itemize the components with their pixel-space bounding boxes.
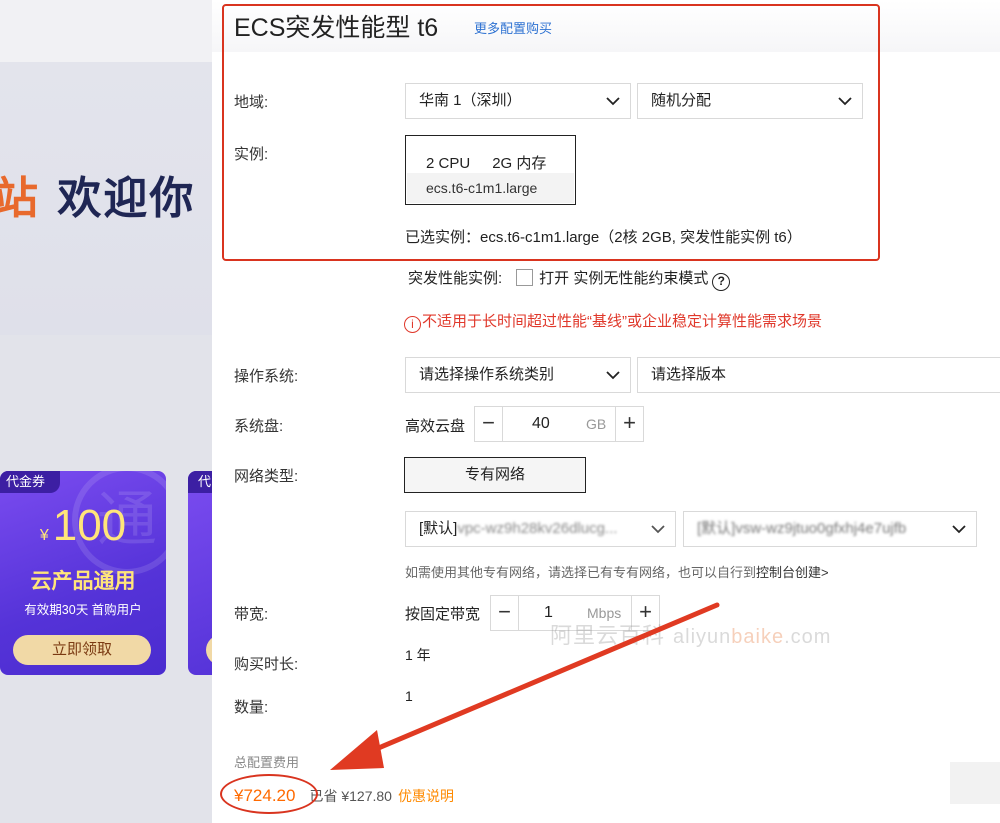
network-type-button[interactable]: 专有网络 bbox=[404, 457, 586, 493]
bg-top-band bbox=[0, 0, 212, 62]
burst-warning: i 不适用于长时间超过性能“基线”或企业稳定计算性能需求场景 bbox=[404, 310, 822, 333]
price-highlight-oval bbox=[220, 774, 318, 814]
burst-mode-checkbox[interactable] bbox=[516, 269, 534, 286]
welcome-orange-text: 站 bbox=[0, 173, 40, 224]
bandwidth-label: 带宽: bbox=[234, 606, 269, 623]
coupon-title: 云产品通用 bbox=[30, 570, 136, 593]
chevron-down-icon bbox=[606, 371, 620, 380]
os-label: 操作系统: bbox=[234, 368, 299, 385]
disk-plus-button[interactable]: + bbox=[615, 407, 643, 441]
welcome-heading: 站 欢迎你 bbox=[0, 162, 195, 226]
coupon2-tag: 代 bbox=[188, 471, 212, 493]
disk-minus-button[interactable]: − bbox=[475, 407, 503, 441]
burst-option-label: 打开 实例无性能约束模式 bbox=[539, 270, 709, 287]
vswitch-select[interactable]: [默认]vsw-wz9jtuo0gfxhj4e7ujfb bbox=[683, 511, 977, 547]
chevron-down-icon bbox=[651, 525, 665, 534]
highlight-box bbox=[222, 4, 880, 261]
os-version-placeholder: 请选择版本 bbox=[651, 366, 727, 383]
watermark-en-c: .com bbox=[784, 626, 832, 648]
coupon-tag: 代金券 bbox=[0, 471, 60, 493]
os-version-select[interactable]: 请选择版本 bbox=[637, 357, 1000, 393]
chevron-down-icon bbox=[952, 525, 966, 534]
config-panel: ECS突发性能型 t6 更多配置购买 地域: 华南 1（深圳） 随机分配 实例:… bbox=[212, 0, 1000, 823]
vpc-select[interactable]: [默认]vpc-wz9h28kv26dlucg... bbox=[405, 511, 676, 547]
disk-type: 高效云盘 bbox=[405, 418, 466, 435]
disk-size-stepper[interactable]: − 40 GB + bbox=[474, 406, 644, 442]
watermark: 阿里云百科 aliyunbaike.com bbox=[550, 618, 831, 650]
duration-label: 购买时长: bbox=[234, 656, 299, 673]
disk-size-unit: GB bbox=[586, 416, 607, 432]
buy-button-edge[interactable] bbox=[950, 762, 1000, 804]
watermark-en: aliyunbaike.com bbox=[673, 626, 831, 648]
console-create-link[interactable]: 控制台创建> bbox=[756, 565, 829, 580]
coupon-card: 通 代金券 ¥100 云产品通用 有效期30天 首购用户 立即领取 bbox=[0, 471, 166, 675]
coupon-card-2: 代 bbox=[188, 471, 212, 675]
watermark-en-b: baike bbox=[731, 626, 785, 648]
burst-label: 突发性能实例: bbox=[408, 270, 503, 287]
help-icon[interactable]: ? bbox=[712, 273, 731, 291]
disk-label: 系统盘: bbox=[234, 418, 284, 435]
coupon-amount: ¥100 bbox=[0, 501, 166, 551]
coupon-subtitle: 有效期30天 首购用户 bbox=[24, 603, 142, 617]
watermark-cn: 阿里云百科 bbox=[550, 623, 666, 648]
quantity-label: 数量: bbox=[234, 699, 269, 716]
bandwidth-mode: 按固定带宽 bbox=[405, 606, 481, 623]
saved-amount: 已省 ¥127.80 bbox=[309, 788, 392, 804]
info-circle-icon: i bbox=[404, 316, 421, 333]
network-label: 网络类型: bbox=[234, 468, 299, 485]
quantity-value[interactable]: 1 bbox=[405, 688, 413, 704]
os-type-select[interactable]: 请选择操作系统类别 bbox=[405, 357, 631, 393]
total-cost-label: 总配置费用 bbox=[234, 755, 300, 770]
coupon-claim-button[interactable]: 立即领取 bbox=[13, 635, 151, 665]
coupon-currency: ¥ bbox=[39, 527, 49, 544]
background-page: 站 欢迎你 通 代金券 ¥100 云产品通用 有效期30天 首购用户 立即领取 … bbox=[0, 0, 212, 823]
watermark-en-a: aliyun bbox=[673, 626, 732, 648]
vpc-value: vpc-wz9h28kv26dlucg... bbox=[457, 520, 618, 537]
coupon-amount-value: 100 bbox=[52, 501, 127, 550]
network-hint: 如需使用其他专有网络，请选择已有专有网络，也可以自行到控制台创建> bbox=[405, 562, 829, 581]
vpc-prefix: [默认] bbox=[419, 520, 458, 537]
welcome-navy-text: 欢迎你 bbox=[40, 173, 196, 224]
disk-size-value[interactable]: 40 bbox=[532, 407, 550, 441]
network-hint-text: 如需使用其他专有网络，请选择已有专有网络，也可以自行到 bbox=[405, 565, 757, 580]
duration-value[interactable]: 1 年 bbox=[405, 645, 431, 665]
burst-mode-row: 突发性能实例: 打开 实例无性能约束模式? bbox=[408, 267, 731, 291]
bandwidth-minus-button[interactable]: − bbox=[491, 596, 519, 630]
vswitch-value: [默认]vsw-wz9jtuo0gfxhj4e7ujfb bbox=[697, 520, 907, 537]
os-type-placeholder: 请选择操作系统类别 bbox=[419, 366, 555, 383]
warning-text: 不适用于长时间超过性能“基线”或企业稳定计算性能需求场景 bbox=[422, 313, 822, 330]
discount-info-link[interactable]: 优惠说明 bbox=[398, 788, 454, 804]
